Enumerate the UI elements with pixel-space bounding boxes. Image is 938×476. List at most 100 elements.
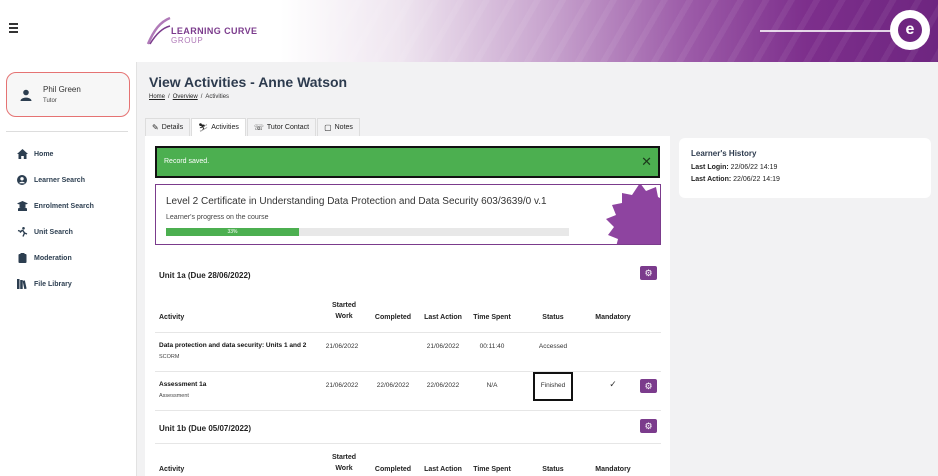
progress-fill: 33% xyxy=(166,228,299,236)
course-badge-icon xyxy=(606,185,660,244)
column-header-activity: Activity xyxy=(159,314,185,321)
alert-message: Record saved. xyxy=(164,158,210,165)
user-name: Phil Green xyxy=(43,85,81,94)
time-spent: N/A xyxy=(486,382,498,389)
sidebar-item-moderation[interactable]: Moderation xyxy=(16,251,72,265)
sidebar-item-label: Learner Search xyxy=(34,176,85,184)
breadcrumb-overview-link[interactable]: Overview xyxy=(173,94,198,100)
unit-settings-button[interactable]: ⚙ xyxy=(640,419,657,433)
column-header-activity: Activity xyxy=(159,466,185,473)
logo-swoosh-icon xyxy=(146,16,171,45)
user-card[interactable]: Phil Green Tutor xyxy=(6,72,130,117)
column-header-started: Started Work xyxy=(324,452,364,474)
unit-title: Unit 1b (Due 05/07/2022) xyxy=(159,424,252,433)
books-icon xyxy=(16,279,27,289)
notes-icon: ▢ xyxy=(324,123,332,132)
sidebar-item-label: Unit Search xyxy=(34,228,73,236)
activity-settings-button[interactable]: ⚙ xyxy=(640,379,657,393)
brand-logo[interactable]: LEARNING CURVE GROUP xyxy=(146,14,258,48)
unit-title: Unit 1a (Due 28/06/2022) xyxy=(159,271,251,280)
course-title: Level 2 Certificate in Understanding Dat… xyxy=(166,196,547,207)
tab-activities[interactable]: ⛷ Activities xyxy=(191,118,246,136)
sidebar-item-unit-search[interactable]: Unit Search xyxy=(16,225,73,239)
brand-line xyxy=(760,30,900,32)
tab-bar: ✎ Details ⛷ Activities ☏ Tutor Contact ▢… xyxy=(145,118,361,136)
status-text: Accessed xyxy=(538,343,568,350)
sidebar-item-home[interactable]: Home xyxy=(16,147,53,161)
unit-icon xyxy=(17,227,27,237)
progress-value: 33% xyxy=(227,229,238,235)
user-role: Tutor xyxy=(43,98,57,104)
row-divider xyxy=(155,371,661,372)
column-header-status: Status xyxy=(542,314,564,321)
tab-label: Notes xyxy=(334,124,353,131)
close-icon[interactable]: ✕ xyxy=(641,155,652,168)
column-header-started-line1: Started xyxy=(331,454,357,461)
column-header-mandatory: Mandatory xyxy=(595,466,631,473)
breadcrumb-separator: / xyxy=(200,94,203,100)
sidebar-item-enrolment-search[interactable]: Enrolment Search xyxy=(16,199,94,213)
contact-icon: ☏ xyxy=(253,123,264,132)
sidebar-divider xyxy=(6,131,128,132)
course-card: Level 2 Certificate in Understanding Dat… xyxy=(155,184,661,245)
sidebar-item-label: Moderation xyxy=(34,254,72,262)
page-title: View Activities - Anne Watson xyxy=(149,74,348,90)
started-date: 21/06/2022 xyxy=(325,343,359,350)
gear-icon: ⚙ xyxy=(644,380,653,391)
learner-history-card: Learner's History Last Login: 22/06/22 1… xyxy=(679,138,931,198)
home-icon xyxy=(16,149,28,159)
last-action-label: Last Action: xyxy=(691,176,732,183)
last-action-date: 22/06/2022 xyxy=(426,382,460,389)
logo-subtext: GROUP xyxy=(171,36,204,45)
column-header-time-spent: Time Spent xyxy=(473,314,511,321)
column-header-started: Started Work xyxy=(324,300,364,322)
row-divider xyxy=(155,332,661,333)
breadcrumb-home-link[interactable]: Home xyxy=(149,94,165,100)
column-header-last-action: Last Action xyxy=(424,466,462,473)
column-header-started-line2: Work xyxy=(335,313,353,320)
brand-mark[interactable]: e xyxy=(890,10,930,50)
progress-caption: Learner's progress on the course xyxy=(166,214,269,221)
column-header-completed: Completed xyxy=(374,466,412,473)
column-header-completed: Completed xyxy=(374,314,412,321)
column-header-started-line1: Started xyxy=(331,302,357,309)
activity-name: Assessment 1a xyxy=(159,381,207,388)
progress-bar: 33% xyxy=(166,228,569,236)
last-login-label: Last Login: xyxy=(691,164,729,171)
sidebar-item-label: File Library xyxy=(34,280,72,288)
last-action-date: 21/06/2022 xyxy=(426,343,460,350)
history-title: Learner's History xyxy=(691,149,757,158)
activity-type: Assessment xyxy=(159,393,189,399)
started-date: 21/06/2022 xyxy=(325,382,359,389)
sidebar-item-file-library[interactable]: File Library xyxy=(16,277,72,291)
clipboard-icon xyxy=(18,253,26,263)
column-header-started-line2: Work xyxy=(335,465,353,472)
user-icon xyxy=(20,89,32,101)
tab-label: Activities xyxy=(211,124,239,131)
tab-label: Details xyxy=(161,124,184,131)
check-icon: ✓ xyxy=(609,379,617,389)
logo-text: LEARNING CURVE xyxy=(171,26,258,36)
unit-settings-button[interactable]: ⚙ xyxy=(640,266,657,280)
success-alert: Record saved. ✕ xyxy=(155,146,660,178)
sidebar-item-learner-search[interactable]: Learner Search xyxy=(16,173,85,187)
row-divider xyxy=(155,410,661,411)
tab-tutor-contact[interactable]: ☏ Tutor Contact xyxy=(246,118,317,136)
last-action: Last Action: 22/06/22 14:19 xyxy=(691,176,780,183)
brand-mark-letter: e xyxy=(898,18,922,42)
tab-notes[interactable]: ▢ Notes xyxy=(317,118,360,136)
activities-icon: ⛷ xyxy=(198,123,209,132)
column-header-last-action: Last Action xyxy=(424,314,462,321)
menu-icon[interactable] xyxy=(9,23,18,33)
sidebar: Phil Green Tutor Home Learner Search Enr… xyxy=(0,62,137,476)
column-header-time-spent: Time Spent xyxy=(473,466,511,473)
completed-date: 22/06/2022 xyxy=(376,382,410,389)
sidebar-item-label: Home xyxy=(34,150,54,158)
activity-type: SCORM xyxy=(159,354,180,360)
column-header-mandatory: Mandatory xyxy=(595,314,631,321)
gear-icon: ⚙ xyxy=(644,267,653,278)
last-login: Last Login: 22/06/22 14:19 xyxy=(691,164,777,171)
status-text: Finished xyxy=(540,382,566,389)
tab-details[interactable]: ✎ Details xyxy=(145,118,191,136)
last-action-value: 22/06/22 14:19 xyxy=(733,176,780,183)
